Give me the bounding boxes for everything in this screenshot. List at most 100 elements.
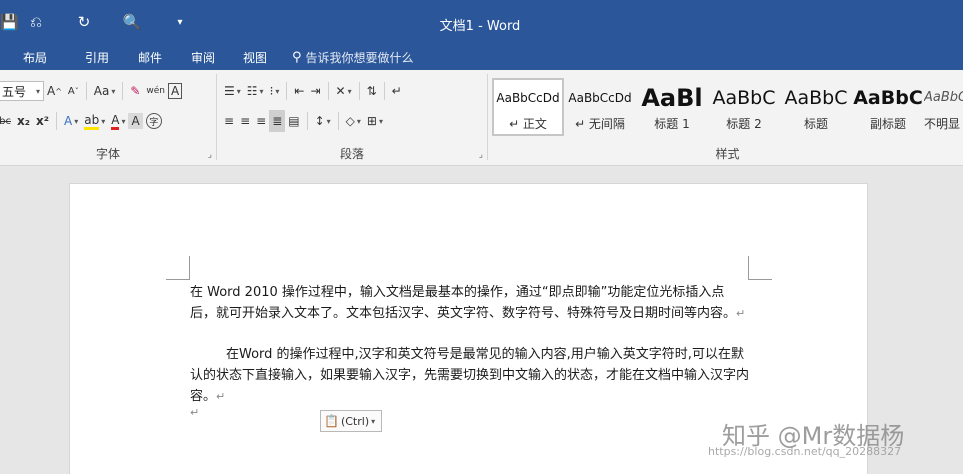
superscript-button[interactable]: x²	[33, 110, 52, 132]
style-name: ↵ 无间隔	[575, 116, 625, 131]
style-title[interactable]: AaBbC 标题	[780, 78, 852, 136]
divider	[122, 82, 124, 100]
shrink-font-button[interactable]: Aˇ	[65, 80, 82, 102]
text-effects-button[interactable]: A ▾	[61, 110, 81, 132]
paste-options-label: (Ctrl)	[340, 414, 370, 428]
numbering-icon[interactable]: ☷ ▾	[244, 80, 267, 102]
chinese-layout-icon[interactable]: ✕ ▾	[333, 80, 355, 102]
paragraph-mark: ↵	[190, 406, 200, 419]
style-sample: AaBbC	[784, 86, 848, 109]
font-group-label: 字体	[95, 147, 120, 161]
style-sample: AaBl	[641, 83, 703, 112]
style-subtitle[interactable]: AaBbC 副标题	[852, 78, 924, 136]
divider	[56, 112, 57, 130]
style-name: 标题 2	[726, 116, 762, 131]
clipboard-icon: 📋	[324, 414, 339, 428]
style-heading-2[interactable]: AaBbC 标题 2	[708, 78, 780, 136]
tab-view[interactable]: 视图	[230, 44, 280, 70]
phonetic-guide-button[interactable]: wén	[143, 80, 168, 102]
change-case-button[interactable]: Aa ▾	[91, 80, 119, 102]
watermark-url: https://blog.csdn.net/qq_20288327	[708, 445, 902, 458]
undo-icon[interactable]: ⎌	[12, 10, 60, 34]
increase-indent-icon[interactable]: ⇥	[307, 80, 323, 102]
distributed-icon[interactable]: ▤	[285, 110, 302, 132]
paragraph-mark: ↵	[736, 307, 746, 320]
divider	[306, 112, 308, 130]
justify-icon[interactable]: ≣	[269, 110, 286, 132]
font-size-select[interactable]: 五号 ▾	[0, 81, 44, 101]
ribbon: 五号 ▾ A^ Aˇ Aa▾ ✎ wén A abc x₂ x² A▾ ab▾ …	[0, 70, 963, 166]
margin-mark-right	[748, 256, 772, 280]
clear-format-icon[interactable]: ✎	[127, 80, 143, 102]
style-sample: AaBbC	[853, 86, 923, 109]
sort-icon[interactable]: ⇅	[364, 80, 380, 102]
chevron-down-icon: ▾	[371, 416, 376, 426]
chevron-down-icon: ▾	[35, 86, 40, 96]
divider	[358, 82, 360, 100]
tab-layout[interactable]: 布局	[0, 44, 70, 70]
tab-references[interactable]: 引用	[70, 44, 124, 70]
dialog-launcher-icon[interactable]: ⌟	[208, 150, 212, 160]
borders-icon[interactable]: ⊞ ▾	[364, 110, 386, 132]
paragraph-1[interactable]: 在 Word 2010 操作过程中，输入文档是最基本的操作，通过“即点即输”功能…	[190, 282, 750, 324]
style-sample: AaBbCcDd	[568, 90, 632, 105]
align-center-icon[interactable]: ≡	[237, 110, 253, 132]
strikethrough-button[interactable]: abc	[0, 110, 14, 132]
multilevel-list-icon[interactable]: ⁝ ▾	[267, 80, 283, 102]
tab-review[interactable]: 审阅	[176, 44, 230, 70]
divider	[337, 112, 339, 130]
font-size-value: 五号	[2, 84, 27, 99]
print-preview-icon[interactable]: 🔍	[108, 10, 156, 34]
style-sample: AaBbC	[712, 86, 776, 109]
paragraph-2[interactable]: 在Word 的操作过程中,汉字和英文符号是最常见的输入内容,用户输入英文字符时,…	[190, 344, 750, 407]
style-normal[interactable]: AaBbCcDd ↵ 正文	[492, 78, 564, 136]
customize-qat-icon[interactable]: ▾	[156, 10, 204, 34]
paste-options-button[interactable]: 📋 (Ctrl) ▾	[320, 410, 382, 432]
decrease-indent-icon[interactable]: ⇤	[291, 80, 307, 102]
grow-font-button[interactable]: A ^	[44, 80, 65, 102]
style-no-spacing[interactable]: AaBbCcDd ↵ 无间隔	[564, 78, 636, 136]
align-left-icon[interactable]: ≡	[221, 110, 237, 132]
window-title: 文档1 - Word	[439, 19, 521, 34]
tab-mailings[interactable]: 邮件	[124, 44, 176, 70]
enclose-char-button[interactable]: 字	[145, 113, 162, 129]
char-border-button[interactable]: A	[168, 83, 183, 99]
style-name: ↵ 正文	[509, 116, 547, 131]
quick-access-toolbar: 💾 ⎌ ↻ 🔍 ▾	[0, 10, 204, 34]
redo-icon[interactable]: ↻	[60, 10, 108, 34]
paragraph-row-1: ☰ ▾ ☷ ▾ ⁝ ▾ ⇤ ⇥ ✕ ▾ ⇅ ↵	[221, 80, 405, 102]
subscript-button[interactable]: x₂	[14, 110, 33, 132]
paragraph-group-label: 段落	[339, 147, 364, 161]
divider	[85, 82, 87, 100]
dialog-launcher-icon[interactable]: ⌟	[479, 150, 483, 160]
save-icon[interactable]: 💾	[0, 10, 19, 34]
style-name: 标题	[803, 116, 828, 131]
divider	[286, 82, 288, 100]
highlight-button[interactable]: ab ▾	[81, 110, 108, 132]
style-sample: AaBbC	[924, 90, 963, 105]
paragraph-group: ☰ ▾ ☷ ▾ ⁝ ▾ ⇤ ⇥ ✕ ▾ ⇅ ↵ ≡ ≡ ≡ ≣ ▤ ↕ ▾ ◇ ▾ ⊞ ▾ 段…	[217, 70, 487, 165]
document-area: 在 Word 2010 操作过程中，输入文档是最基本的操作，通过“即点即输”功能…	[0, 166, 963, 474]
style-subtle-emphasis[interactable]: AaBbC 不明显	[924, 78, 963, 136]
title-bar: 💾 ⎌ ↻ 🔍 ▾ 文档1 - Word	[0, 0, 963, 44]
styles-gallery: AaBbCcDd ↵ 正文 AaBbCcDd ↵ 无间隔 AaBl 标题 1 A…	[492, 78, 963, 136]
font-row-2: abc x₂ x² A▾ ab▾ A▾ A 字	[0, 110, 162, 132]
paragraph-mark: ↵	[216, 390, 226, 403]
style-heading-1[interactable]: AaBl 标题 1	[636, 78, 708, 136]
char-shading-button[interactable]: A	[128, 113, 143, 129]
font-color-button[interactable]: A ▾	[108, 110, 128, 132]
paragraph-row-2: ≡ ≡ ≡ ≣ ▤ ↕ ▾ ◇ ▾ ⊞ ▾	[221, 110, 386, 132]
style-name: 副标题	[869, 116, 906, 131]
lightbulb-icon: ⚲	[292, 49, 302, 65]
bullets-icon[interactable]: ☰ ▾	[221, 80, 244, 102]
tell-me-search[interactable]: ⚲ 告诉我你想要做什么	[292, 49, 414, 66]
align-right-icon[interactable]: ≡	[253, 110, 269, 132]
show-marks-icon[interactable]: ↵	[389, 80, 405, 102]
styles-group-label: 样式	[715, 147, 740, 161]
ribbon-tabs: 布局 引用 邮件 审阅 视图 ⚲ 告诉我你想要做什么	[0, 44, 963, 70]
style-sample: AaBbCcDd	[496, 90, 560, 105]
style-name: 不明显	[924, 116, 961, 131]
line-spacing-icon[interactable]: ↕ ▾	[312, 110, 334, 132]
shading-icon[interactable]: ◇ ▾	[343, 110, 364, 132]
font-row-1: 五号 ▾ A ^ Aˇ Aa ▾ ✎ wén A	[0, 80, 183, 102]
